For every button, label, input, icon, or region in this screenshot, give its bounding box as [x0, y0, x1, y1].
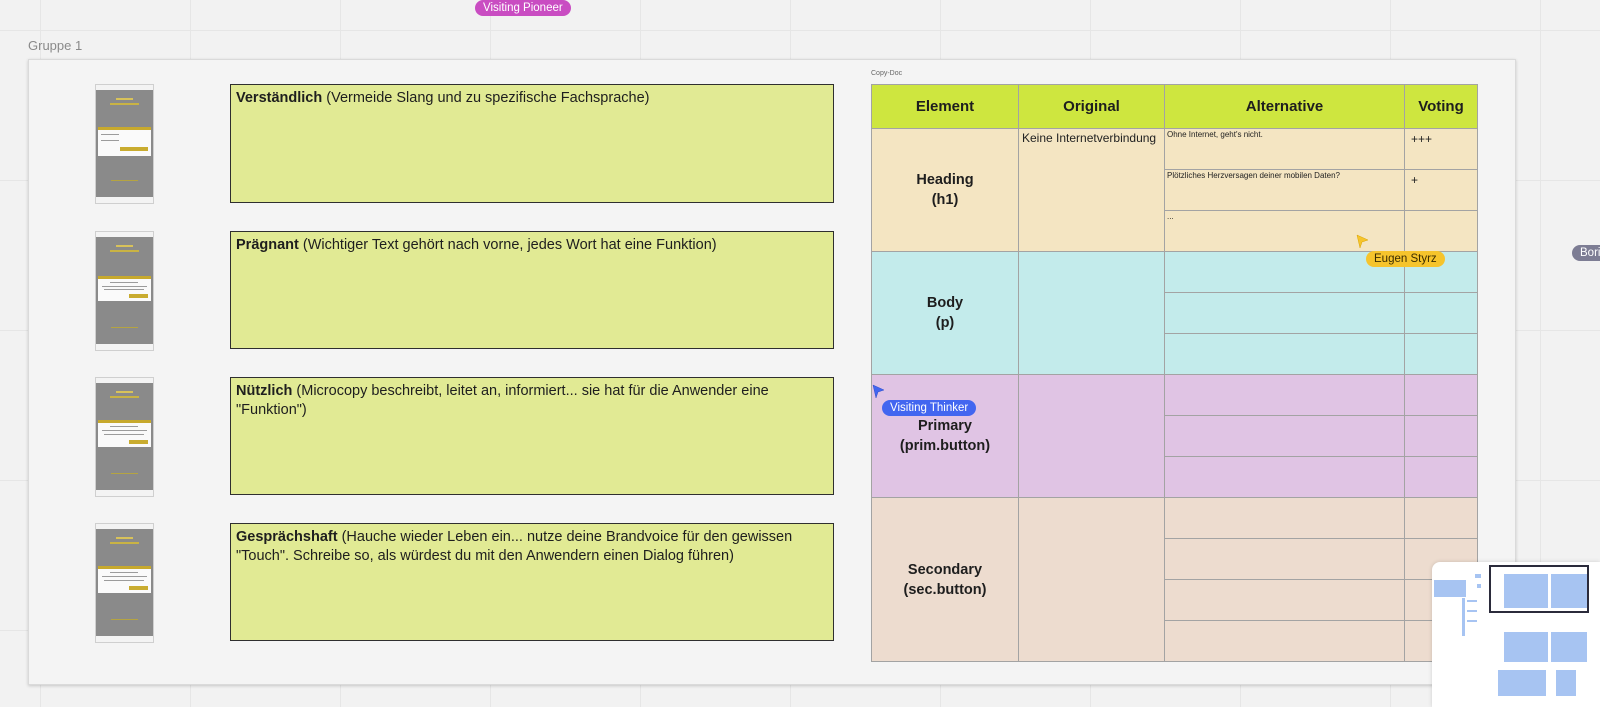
- header-original[interactable]: Original: [1018, 84, 1165, 129]
- phone-mockup-4[interactable]: [95, 523, 154, 643]
- element-name: Secondary: [907, 561, 983, 578]
- element-tag: (h1): [931, 192, 959, 208]
- note-text: (Microcopy beschreibt, leitet an, inform…: [236, 383, 769, 418]
- cell-element-heading[interactable]: Heading (h1): [871, 128, 1019, 252]
- cell-element-body[interactable]: Body (p): [871, 251, 1019, 375]
- cell-original-secondary[interactable]: [1018, 497, 1165, 662]
- element-name: Heading: [916, 172, 974, 188]
- cell-alternative[interactable]: Plötzliches Herzversagen deiner mobilen …: [1164, 169, 1405, 211]
- collaborator-tag-eugen-styrz: Eugen Styrz: [1366, 251, 1445, 267]
- copy-doc-label: Copy-Doc: [871, 70, 903, 77]
- header-voting[interactable]: Voting: [1404, 84, 1478, 129]
- minimap-viewport[interactable]: [1489, 565, 1589, 613]
- note-title: Nützlich: [236, 383, 293, 399]
- cell-alternative[interactable]: [1164, 579, 1405, 621]
- element-name: Body: [926, 295, 964, 311]
- cell-alternative[interactable]: Ohne Internet, geht's nicht.: [1164, 128, 1405, 170]
- sticky-note-verstaendlich[interactable]: Verständlich (Vermeide Slang und zu spez…: [230, 84, 834, 203]
- phone-mockup-1[interactable]: [95, 84, 154, 204]
- cell-original-primary[interactable]: [1018, 374, 1165, 498]
- element-tag: (p): [935, 315, 955, 331]
- cell-vote[interactable]: [1404, 497, 1478, 539]
- cell-vote[interactable]: [1404, 292, 1478, 334]
- cursor-visiting-thinker: [872, 384, 886, 400]
- note-title: Prägnant: [236, 237, 299, 253]
- cell-vote[interactable]: [1404, 374, 1478, 416]
- element-tag: (sec.button): [903, 581, 987, 598]
- cell-alternative[interactable]: [1164, 292, 1405, 334]
- cell-alternative[interactable]: [1164, 374, 1405, 416]
- cursor-arrow-icon: [1356, 234, 1369, 249]
- cursor-eugen-styrz: [1356, 234, 1370, 250]
- cell-vote[interactable]: [1404, 210, 1478, 252]
- cell-alternative[interactable]: [1164, 415, 1405, 457]
- group-label[interactable]: Gruppe 1: [28, 38, 82, 53]
- element-name: Primary: [917, 418, 972, 434]
- sticky-note-gespraechshaft[interactable]: Gesprächshaft (Hauche wieder Leben ein..…: [230, 523, 834, 641]
- copy-doc-table[interactable]: Element Original Alternative Voting Head…: [871, 84, 1478, 662]
- cell-vote[interactable]: +++: [1404, 128, 1478, 170]
- collaborator-tag-visiting-pioneer: Visiting Pioneer: [475, 0, 571, 16]
- cell-alternative[interactable]: [1164, 456, 1405, 498]
- note-title: Gesprächshaft: [236, 529, 338, 545]
- cell-vote[interactable]: [1404, 415, 1478, 457]
- collaborator-tag-bori: Bori: [1572, 245, 1600, 261]
- phone-mockup-2[interactable]: [95, 231, 154, 351]
- cell-vote[interactable]: +: [1404, 169, 1478, 211]
- header-alternative[interactable]: Alternative: [1164, 84, 1405, 129]
- cell-original-body[interactable]: [1018, 251, 1165, 375]
- element-tag: (prim.button): [899, 438, 991, 454]
- phone-mockup-3[interactable]: [95, 377, 154, 497]
- collaborator-tag-visiting-thinker: Visiting Thinker: [882, 400, 977, 416]
- note-title: Verständlich: [236, 90, 323, 106]
- sticky-note-nuetzlich[interactable]: Nützlich (Microcopy beschreibt, leitet a…: [230, 377, 834, 495]
- cell-vote[interactable]: [1404, 333, 1478, 375]
- cell-element-primary[interactable]: Primary (prim.button): [871, 374, 1019, 498]
- note-text: (Wichtiger Text gehört nach vorne, jedes…: [298, 237, 717, 253]
- cursor-arrow-icon: [872, 384, 885, 399]
- cell-alternative[interactable]: [1164, 620, 1405, 662]
- sticky-note-praegnant[interactable]: Prägnant (Wichtiger Text gehört nach vor…: [230, 231, 834, 349]
- cell-alternative[interactable]: [1164, 333, 1405, 375]
- header-element[interactable]: Element: [871, 84, 1019, 129]
- cell-element-secondary[interactable]: Secondary (sec.button): [871, 497, 1019, 662]
- cell-alternative[interactable]: [1164, 538, 1405, 580]
- note-text: (Vermeide Slang und zu spezifische Fachs…: [322, 90, 650, 106]
- cell-original-heading[interactable]: Keine Internetverbindung: [1018, 128, 1165, 252]
- cell-vote[interactable]: [1404, 456, 1478, 498]
- cell-alternative[interactable]: [1164, 497, 1405, 539]
- minimap[interactable]: [1432, 562, 1600, 707]
